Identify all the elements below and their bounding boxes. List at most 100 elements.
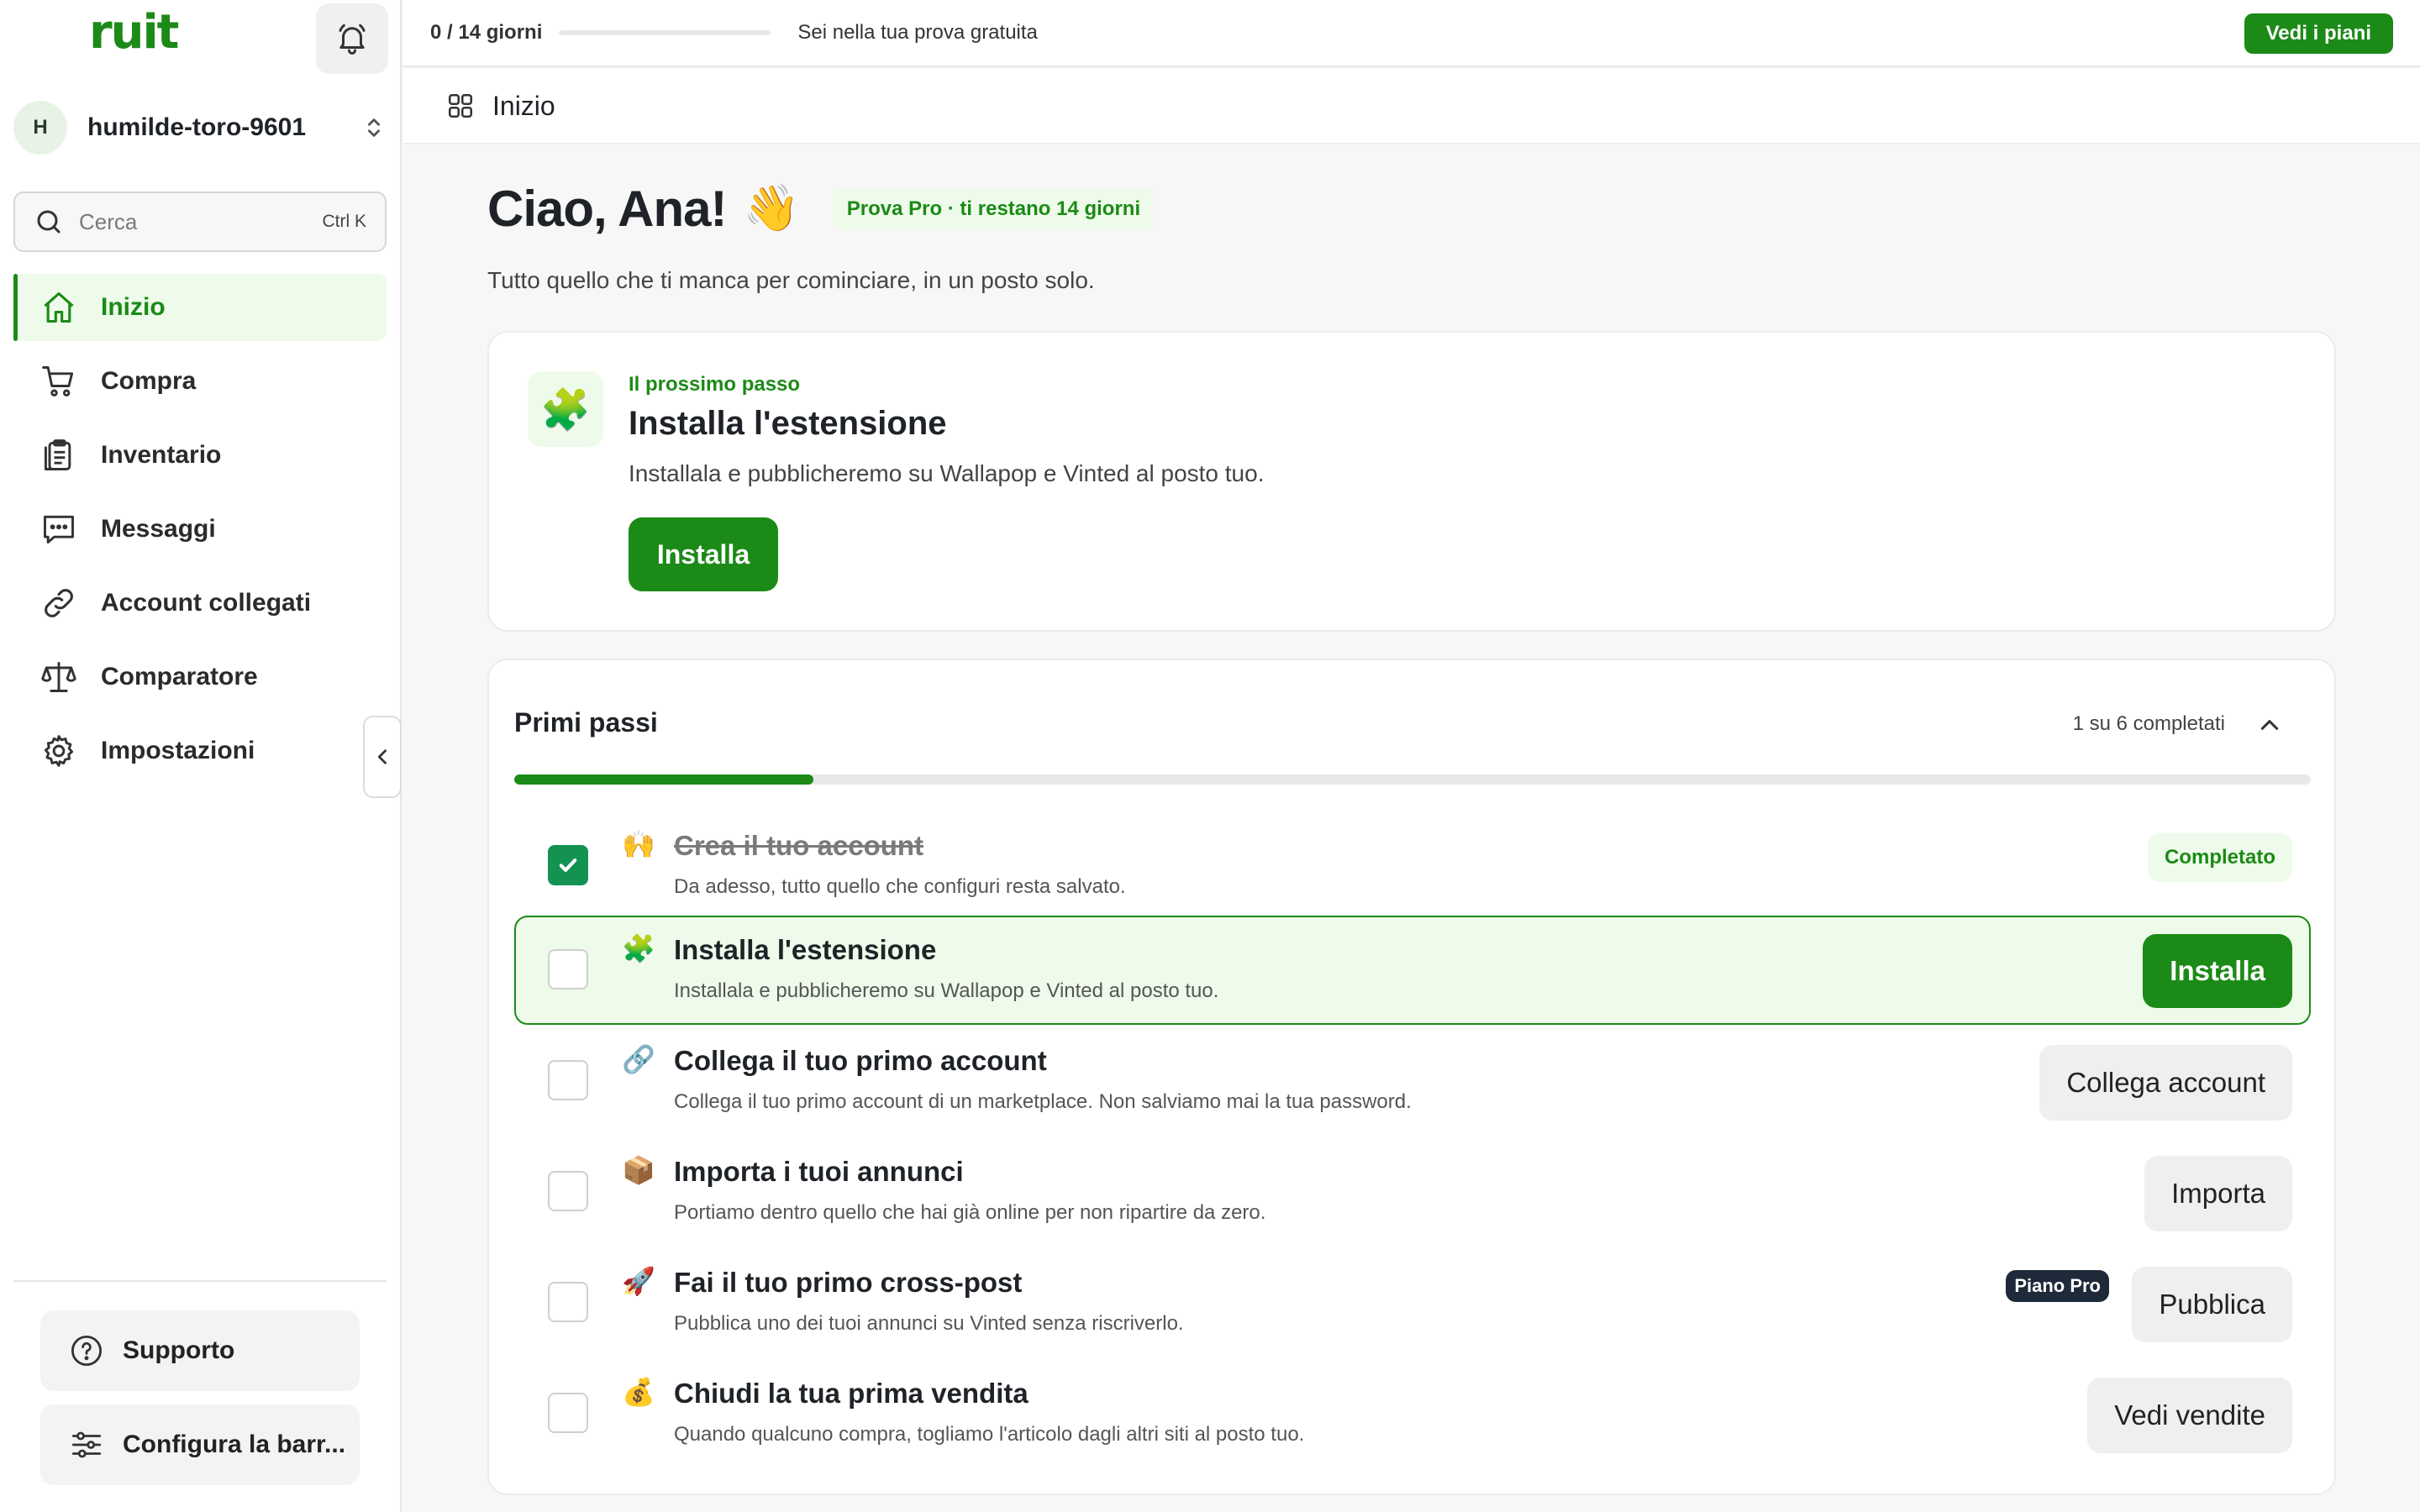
sidebar-item-label: Inventario — [101, 441, 222, 469]
avatar: H — [13, 101, 67, 155]
raised-hands-icon: 🙌 — [622, 829, 655, 859]
steps-progress-bar — [514, 774, 2311, 785]
step-checkbox[interactable] — [548, 1393, 588, 1433]
search-icon — [37, 210, 60, 234]
sidebar-item-label: Messaggi — [101, 515, 216, 543]
step-checkbox[interactable] — [548, 1171, 588, 1211]
step-description: Da adesso, tutto quello che configuri re… — [674, 875, 1126, 898]
sidebar-item-label: Compra — [101, 367, 197, 395]
step-checkbox[interactable] — [548, 1060, 588, 1100]
import-button[interactable]: Importa — [2144, 1156, 2292, 1231]
puzzle-icon: 🧩 — [528, 371, 603, 447]
search-placeholder: Cerca — [79, 208, 138, 234]
step-first-crosspost: 🚀 Fai il tuo primo cross-post Pubblica u… — [514, 1248, 2311, 1357]
steps-progress-fill — [514, 774, 814, 785]
bell-icon — [339, 24, 366, 55]
sliders-icon — [71, 1431, 102, 1458]
next-step-title: Installa l'estensione — [629, 405, 947, 442]
sidebar-item-label: Impostazioni — [101, 737, 255, 764]
search-input[interactable]: Cerca Ctrl K — [13, 192, 387, 252]
clipboard-icon — [40, 437, 77, 474]
step-first-sale: 💰 Chiudi la tua prima vendita Quando qua… — [514, 1359, 2311, 1468]
publish-button[interactable]: Pubblica — [2132, 1267, 2292, 1342]
chevron-updown-icon — [361, 111, 387, 144]
sidebar-item-messaggi[interactable]: Messaggi — [13, 496, 387, 563]
breadcrumb: Inizio — [403, 69, 2420, 144]
package-icon: 📦 — [622, 1155, 655, 1185]
step-description: Pubblica uno dei tuoi annunci su Vinted … — [674, 1312, 1184, 1335]
notifications-button[interactable] — [316, 3, 388, 74]
trial-topbar: 0 / 14 giorni Sei nella tua prova gratui… — [403, 0, 2420, 67]
link-icon — [40, 585, 77, 622]
workspace-name: humilde-toro-9601 — [87, 113, 307, 141]
step-checkbox[interactable] — [548, 949, 588, 990]
step-description: Portiamo dentro quello che hai già onlin… — [674, 1201, 1266, 1224]
chevron-up-icon — [2260, 720, 2279, 730]
help-icon — [71, 1335, 103, 1367]
collapse-steps-button[interactable] — [2249, 704, 2291, 746]
step-import-listings: 📦 Importa i tuoi annunci Portiamo dentro… — [514, 1137, 2311, 1247]
sidebar-item-label: Comparatore — [101, 663, 258, 690]
step-title: Installa l'estensione — [674, 934, 937, 965]
trial-progress-bar — [559, 30, 771, 35]
step-checkbox[interactable] — [548, 1282, 588, 1322]
greeting-row: Ciao, Ana! 👋 Prova Pro · ti restano 14 g… — [487, 180, 1155, 238]
sidebar-item-impostazioni[interactable]: Impostazioni — [13, 717, 387, 785]
pro-trial-badge: Prova Pro · ti restano 14 giorni — [833, 187, 1155, 230]
workspace-switcher[interactable]: H humilde-toro-9601 — [13, 97, 387, 158]
view-sales-button[interactable]: Vedi vendite — [2087, 1378, 2292, 1453]
sidebar-item-label: Inizio — [101, 293, 166, 321]
sidebar-item-account-collegati[interactable]: Account collegati — [13, 570, 387, 637]
step-checkbox[interactable] — [548, 845, 588, 885]
search-shortcut: Ctrl K — [322, 212, 367, 231]
support-label: Supporto — [123, 1336, 235, 1364]
sidebar-item-inventario[interactable]: Inventario — [13, 422, 387, 489]
support-button[interactable]: Supporto — [40, 1310, 360, 1391]
puzzle-icon: 🧩 — [622, 933, 655, 963]
check-icon — [559, 858, 577, 872]
steps-completed-count: 1 su 6 completati — [2072, 712, 2225, 735]
cart-icon — [40, 363, 77, 400]
sidebar-divider — [13, 1280, 387, 1282]
sidebar: ruit H humilde-toro-9601 Cerca Ctrl K In… — [0, 0, 402, 1512]
gear-icon — [40, 732, 77, 769]
step-description: Quando qualcuno compra, togliamo l'artic… — [674, 1423, 1305, 1446]
trial-status-text: Sei nella tua prova gratuita — [797, 21, 1038, 44]
next-step-kicker: Il prossimo passo — [629, 373, 801, 396]
chat-icon — [40, 511, 77, 548]
step-create-account: 🙌 Crea il tuo account Da adesso, tutto q… — [514, 811, 2311, 921]
page-subtitle: Tutto quello che ti manca per cominciare… — [487, 267, 1095, 293]
step-description: Installala e pubblicheremo su Wallapop e… — [674, 979, 1219, 1002]
next-step-description: Installala e pubblicheremo su Wallapop e… — [629, 460, 1265, 486]
install-extension-button[interactable]: Installa — [629, 517, 778, 591]
app-logo[interactable]: ruit — [89, 5, 179, 60]
view-plans-button[interactable]: Vedi i piani — [2244, 13, 2393, 54]
page-title: Inizio — [492, 90, 555, 121]
step-title: Chiudi la tua prima vendita — [674, 1378, 1028, 1409]
configure-sidebar-button[interactable]: Configura la barr... — [40, 1404, 360, 1485]
sidebar-nav: Inizio Compra Inventario Messaggi Accoun… — [13, 274, 387, 791]
collapse-sidebar-button[interactable] — [363, 716, 402, 798]
getting-started-card: Primi passi 1 su 6 completati 🙌 Crea il … — [487, 659, 2336, 1495]
getting-started-title: Primi passi — [514, 707, 658, 738]
sidebar-item-compra[interactable]: Compra — [13, 348, 387, 415]
scale-icon — [40, 659, 77, 696]
greeting-heading: Ciao, Ana! — [487, 181, 727, 237]
sidebar-item-comparatore[interactable]: Comparatore — [13, 643, 387, 711]
configure-label: Configura la barr... — [123, 1431, 346, 1458]
chevron-left-icon — [377, 749, 387, 764]
step-title: Collega il tuo primo account — [674, 1045, 1047, 1076]
step-connect-account: 🔗 Collega il tuo primo account Collega i… — [514, 1026, 2311, 1136]
sidebar-item-label: Account collegati — [101, 589, 312, 617]
grid-icon — [448, 93, 473, 118]
connect-account-button[interactable]: Collega account — [2039, 1045, 2292, 1121]
waving-hand-icon: 👋 — [743, 183, 800, 234]
step-description: Collega il tuo primo account di un marke… — [674, 1090, 1412, 1113]
sidebar-item-inizio[interactable]: Inizio — [13, 274, 387, 341]
link-icon: 🔗 — [622, 1044, 655, 1074]
completed-badge: Completato — [2148, 833, 2292, 882]
install-button[interactable]: Installa — [2143, 934, 2292, 1008]
money-bag-icon: 💰 — [622, 1377, 655, 1407]
step-title: Importa i tuoi annunci — [674, 1156, 964, 1187]
step-install-extension: 🧩 Installa l'estensione Installala e pub… — [514, 916, 2311, 1025]
